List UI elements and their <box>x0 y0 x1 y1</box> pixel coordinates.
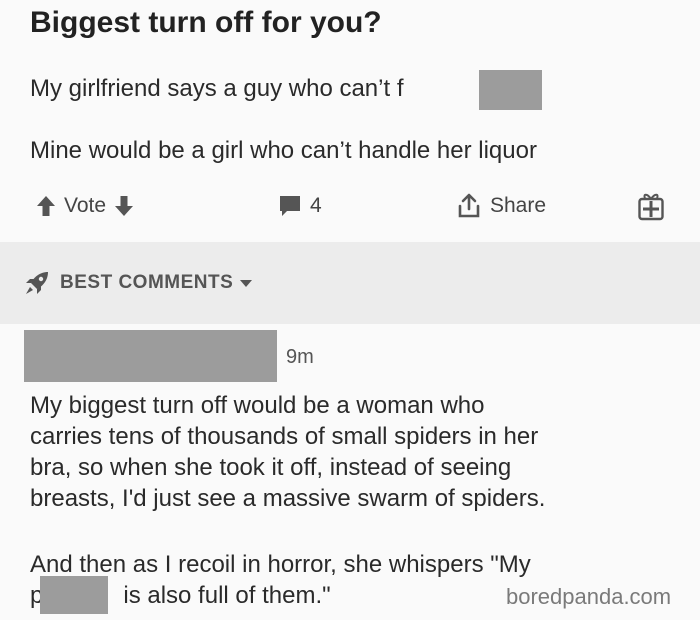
sort-label: BEST COMMENTS <box>60 272 234 293</box>
award-button[interactable] <box>638 186 664 226</box>
rocket-icon <box>24 270 50 296</box>
gift-icon <box>638 191 664 221</box>
comment-line: breasts, I'd just see a massive swarm of… <box>30 485 546 512</box>
share-icon <box>456 193 482 219</box>
watermark: boredpanda.com <box>506 584 672 609</box>
comments-count: 4 <box>310 194 322 217</box>
caret-down-icon <box>239 278 253 288</box>
redaction-block <box>40 576 108 614</box>
comments-button[interactable]: 4 <box>278 186 330 226</box>
post-body-line-1: My girlfriend says a guy who can’t f <box>30 75 404 102</box>
comment-line: carries tens of thousands of small spide… <box>30 423 539 450</box>
comment-paragraph-1: My biggest turn off would be a woman who… <box>30 390 545 514</box>
sort-dropdown[interactable]: BEST COMMENTS <box>24 268 253 298</box>
post-actions-bar: Vote 4 Share <box>0 186 700 226</box>
comment-text-end: is also full of them." <box>123 582 331 609</box>
arrow-down-icon[interactable] <box>114 195 134 217</box>
comment-line: bra, so when she took it off, instead of… <box>30 454 512 481</box>
share-button[interactable]: Share <box>456 186 554 226</box>
vote-label: Vote <box>64 194 107 217</box>
redaction-block <box>479 70 542 110</box>
post-body-line-2: Mine would be a girl who can’t handle he… <box>30 137 537 164</box>
comment-timestamp: 9m <box>286 346 314 368</box>
author-redaction <box>24 330 277 382</box>
comment-line: My biggest turn off would be a woman who <box>30 392 485 419</box>
share-label: Share <box>490 194 547 217</box>
post-title[interactable]: Biggest turn off for you? <box>30 6 382 40</box>
vote-control: Vote <box>36 186 134 226</box>
arrow-up-icon[interactable] <box>36 195 56 217</box>
comment-bubble-icon <box>278 194 302 218</box>
